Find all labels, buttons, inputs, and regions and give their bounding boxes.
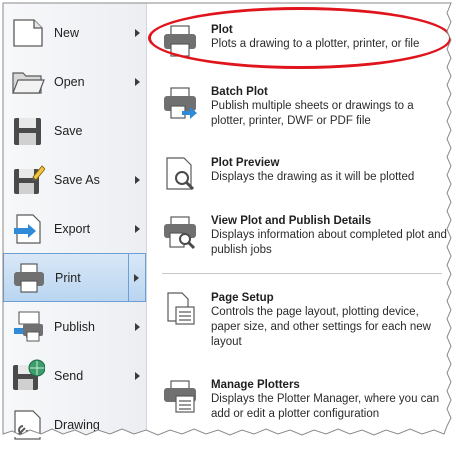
submenu-item-text: Batch Plot Publish multiple sheets or dr… [211, 85, 448, 129]
submenu-item-description: Displays the Plotter Manager, where you … [211, 393, 440, 420]
drawing-utilities-icon [14, 409, 41, 440]
menu-item-label: New [54, 25, 80, 40]
submenu-separator [162, 273, 442, 274]
menu-item-save[interactable]: Save [3, 106, 146, 155]
menu-item-export[interactable]: Export [3, 204, 146, 253]
submenu-item-description: Displays information about completed plo… [211, 229, 447, 256]
submenu-item-title: Manage Plotters [211, 379, 300, 391]
manage-plotters-icon [164, 380, 196, 413]
open-folder-icon [12, 71, 45, 94]
menu-item-save-as[interactable]: Save As [3, 155, 146, 204]
submenu-item-text: Plot Preview Displays the drawing as it … [211, 156, 448, 192]
submenu-arrow-icon [134, 273, 139, 282]
menu-item-label: Save [54, 123, 83, 138]
submenu-item-title: Page Setup [211, 292, 274, 304]
submenu-item-description: Publish multiple sheets or drawings to a… [211, 100, 414, 127]
menu-item-label: Export [54, 221, 91, 236]
menu-item-label: Open [54, 74, 85, 89]
submenu-item-view-plot-details[interactable]: View Plot and Publish Details Displays i… [148, 214, 448, 258]
publish-icon [14, 310, 43, 341]
submenu-item-page-setup[interactable]: Page Setup Controls the page layout, plo… [148, 291, 448, 350]
new-file-icon [13, 18, 43, 47]
print-icon [14, 262, 44, 293]
submenu-item-text: View Plot and Publish Details Displays i… [211, 214, 448, 258]
menu-item-label: Drawing [54, 417, 100, 432]
application-menu: New Open Save Save As Export Print Publi… [0, 0, 456, 440]
menu-item-label: Send [54, 368, 84, 383]
submenu-arrow-icon [135, 322, 140, 331]
submenu-item-description: Displays the drawing as it will be plott… [211, 171, 415, 183]
plot-highlight-ellipse [148, 7, 452, 69]
submenu-arrow-icon [135, 175, 140, 184]
export-icon [14, 213, 41, 244]
save-icon [14, 117, 41, 145]
menu-item-drawing-utilities[interactable]: Drawing [3, 400, 146, 449]
page-setup-icon [167, 292, 195, 325]
menu-item-print[interactable]: Print [3, 253, 146, 302]
submenu-divider [128, 254, 129, 301]
menu-item-new[interactable]: New [3, 8, 146, 57]
submenu-item-text: Page Setup Controls the page layout, plo… [211, 291, 448, 350]
submenu-item-title: Batch Plot [211, 86, 268, 98]
submenu-item-manage-plotters[interactable]: Manage Plotters Displays the Plotter Man… [148, 378, 448, 422]
menu-item-publish[interactable]: Publish [3, 302, 146, 351]
submenu-arrow-icon [135, 77, 140, 86]
menu-item-open[interactable]: Open [3, 57, 146, 106]
batch-plot-icon [164, 87, 197, 119]
submenu-arrow-icon [135, 28, 140, 37]
menu-item-label: Save As [54, 172, 100, 187]
left-menu-panel: New Open Save Save As Export Print Publi… [3, 3, 147, 440]
submenu-item-text: Manage Plotters Displays the Plotter Man… [211, 378, 448, 422]
save-as-icon [14, 164, 45, 194]
submenu-item-description: Controls the page layout, plotting devic… [211, 306, 431, 348]
submenu-item-title: View Plot and Publish Details [211, 215, 372, 227]
submenu-item-plot-preview[interactable]: Plot Preview Displays the drawing as it … [148, 156, 448, 192]
submenu-arrow-icon [135, 371, 140, 380]
menu-item-label: Publish [54, 319, 95, 334]
submenu-item-title: Plot Preview [211, 157, 280, 169]
plot-preview-icon [166, 157, 195, 191]
submenu-item-batch-plot[interactable]: Batch Plot Publish multiple sheets or dr… [148, 85, 448, 129]
menu-item-label: Print [55, 270, 81, 285]
plot-details-icon [164, 216, 196, 250]
send-icon [13, 359, 45, 390]
submenu-arrow-icon [135, 224, 140, 233]
menu-item-send[interactable]: Send [3, 351, 146, 400]
